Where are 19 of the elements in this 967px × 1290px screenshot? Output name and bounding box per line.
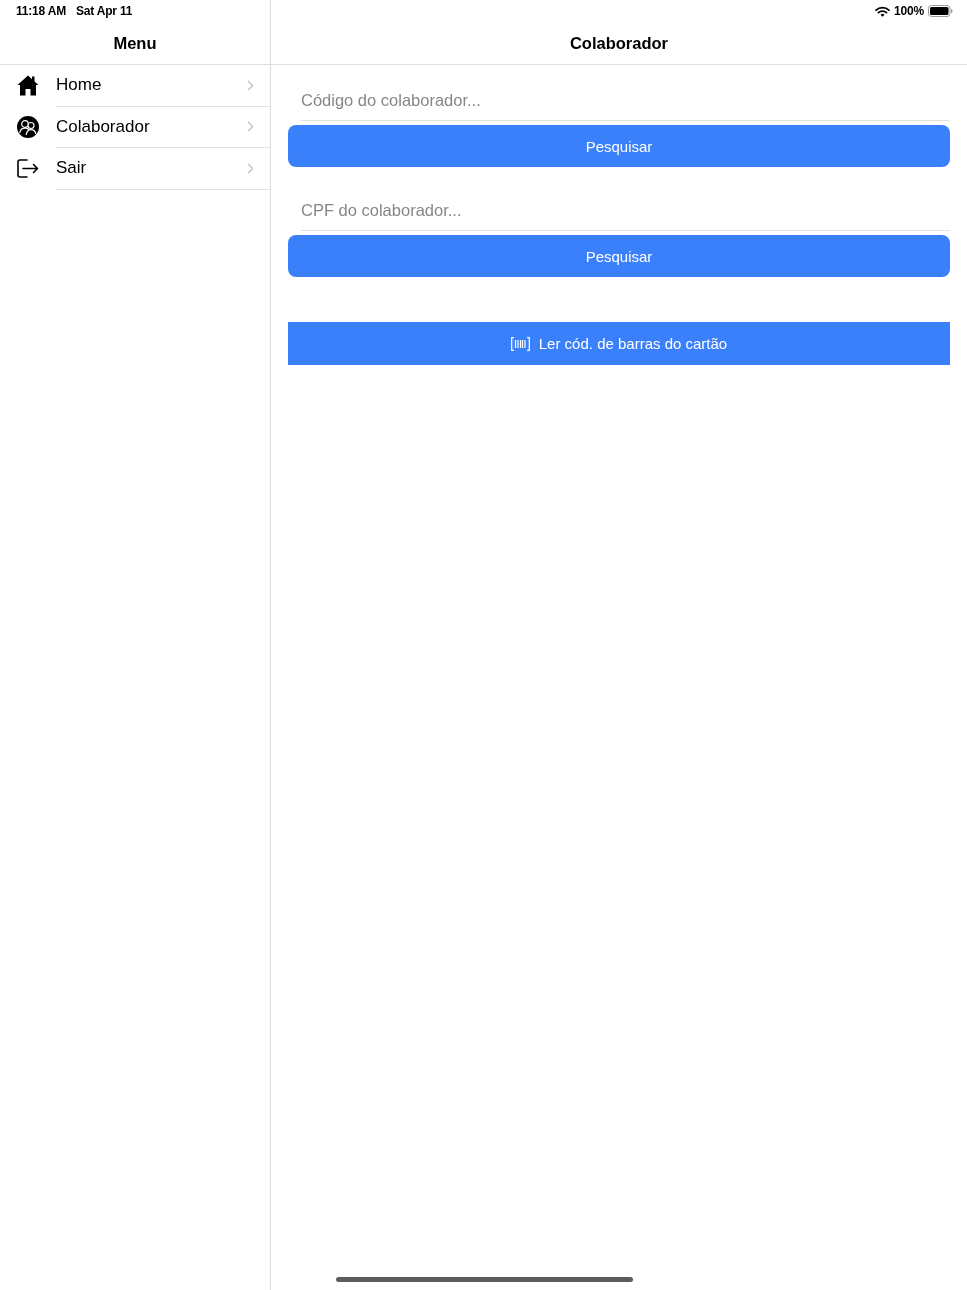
battery-percentage: 100% xyxy=(894,4,924,18)
search-button[interactable]: Pesquisar xyxy=(288,235,950,277)
search-button[interactable]: Pesquisar xyxy=(288,125,950,167)
menu-item[interactable]: Colaborador xyxy=(0,106,270,149)
status-time: 11:18 AM xyxy=(16,4,66,18)
search-field[interactable]: Código do colaborador... xyxy=(301,80,950,121)
battery-icon xyxy=(928,5,953,17)
barcode-scan-button[interactable]: Ler cód. de barras do cartão xyxy=(288,322,950,365)
menu-item[interactable]: Home xyxy=(0,65,270,107)
wifi-icon xyxy=(875,5,891,17)
page-title: Colaborador xyxy=(569,33,669,53)
barcode-icon xyxy=(510,336,530,351)
exit-icon xyxy=(17,159,39,179)
search-field[interactable]: CPF do colaborador... xyxy=(301,190,950,231)
sidebar-title: Menu xyxy=(113,33,157,53)
people-circle-icon xyxy=(17,116,39,139)
home-icon xyxy=(17,75,39,97)
status-date: Sat Apr 11 xyxy=(76,4,133,18)
menu-item[interactable]: Sair xyxy=(0,148,270,190)
